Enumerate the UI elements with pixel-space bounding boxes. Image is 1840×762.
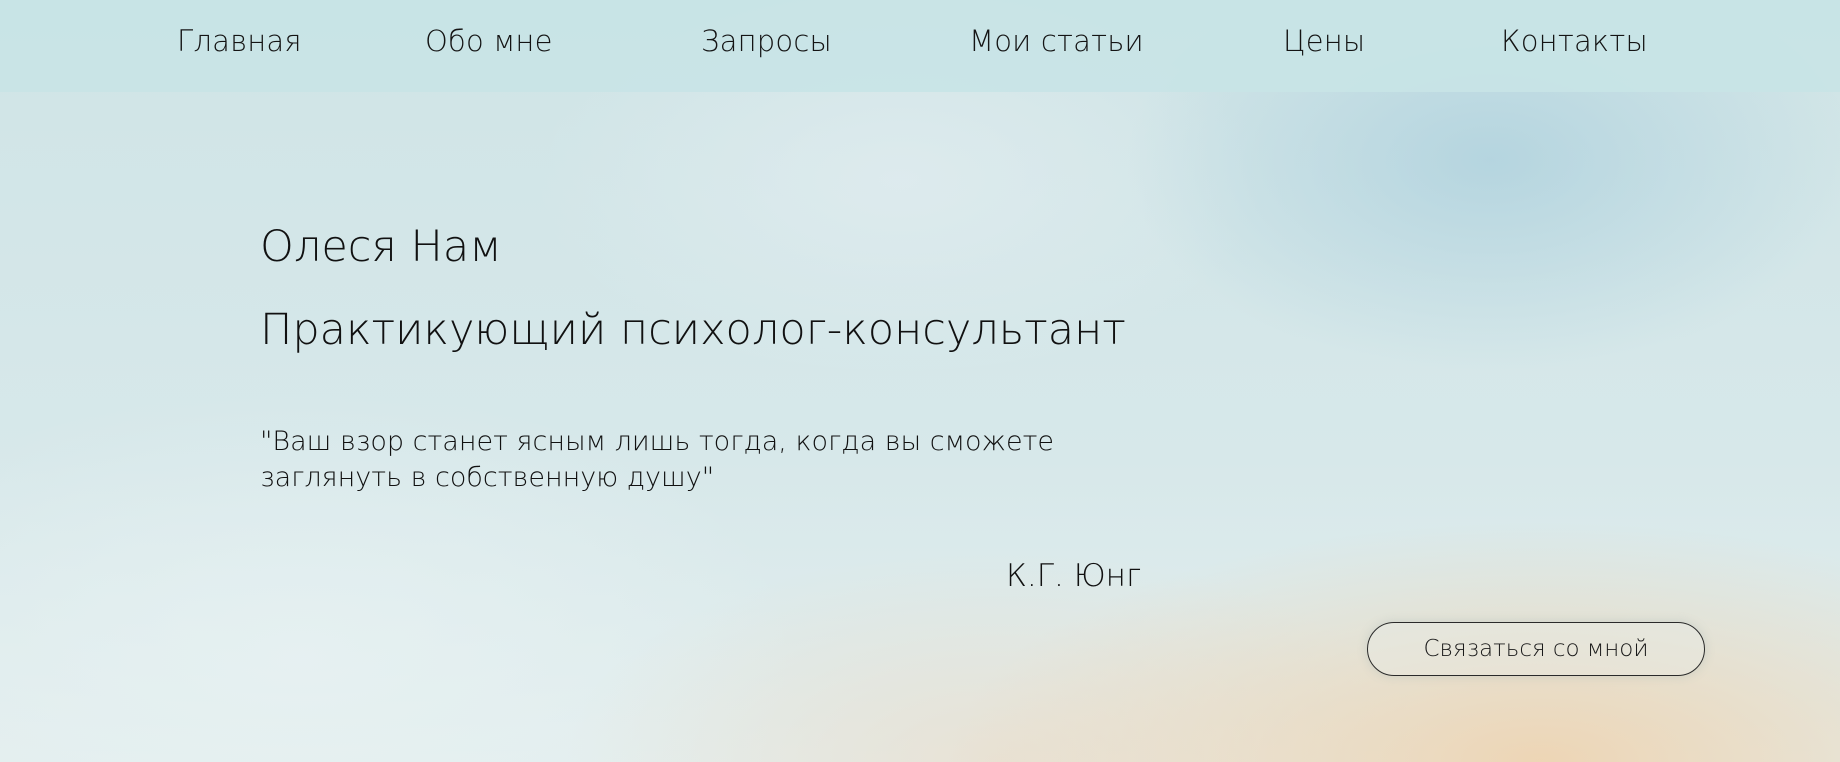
- top-navigation: Главная Обо мне Запросы Мои статьи Цены …: [0, 0, 1840, 92]
- nav-item-requests[interactable]: Запросы: [701, 24, 832, 58]
- nav-item-contacts[interactable]: Контакты: [1501, 24, 1648, 58]
- quote: "Ваш взор станет ясным лишь тогда, когда…: [260, 424, 1054, 496]
- contact-me-button[interactable]: Связаться со мной: [1367, 622, 1705, 676]
- nav-item-home[interactable]: Главная: [177, 24, 302, 58]
- nav-item-prices[interactable]: Цены: [1283, 24, 1365, 58]
- quote-line-2: заглянуть в собственную душу": [260, 462, 715, 493]
- professional-title: Практикующий психолог-консультант: [260, 305, 1126, 355]
- nav-item-about[interactable]: Обо мне: [425, 24, 553, 58]
- nav-item-articles[interactable]: Мои статьи: [969, 24, 1144, 58]
- quote-line-1: "Ваш взор станет ясным лишь тогда, когда…: [260, 426, 1055, 457]
- quote-author: К.Г. Юнг: [1006, 558, 1142, 594]
- psychologist-name: Олеся Нам: [260, 222, 502, 272]
